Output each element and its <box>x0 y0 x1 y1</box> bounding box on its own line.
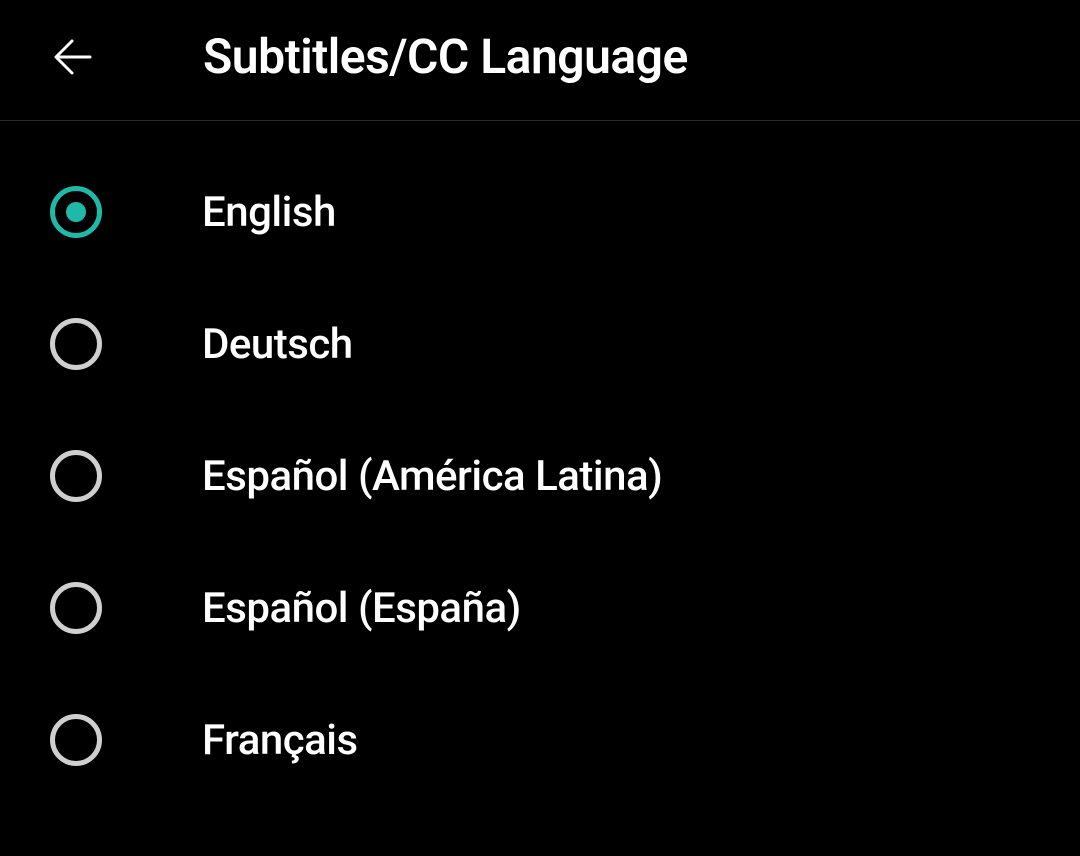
language-option-deutsch[interactable]: Deutsch <box>50 308 1030 380</box>
radio-icon <box>50 318 102 370</box>
radio-icon <box>50 186 102 238</box>
language-options-list: English Deutsch Español (América Latina)… <box>0 121 1080 776</box>
radio-icon <box>50 582 102 634</box>
option-label: English <box>202 188 336 237</box>
back-button[interactable] <box>50 33 98 81</box>
header: Subtitles/CC Language <box>0 0 1080 121</box>
radio-icon <box>50 714 102 766</box>
radio-icon <box>50 450 102 502</box>
option-label: Español (España) <box>202 584 521 633</box>
option-label: Deutsch <box>202 320 353 369</box>
language-option-francais[interactable]: Français <box>50 704 1030 776</box>
page-title: Subtitles/CC Language <box>203 28 688 85</box>
language-option-espanol-latam[interactable]: Español (América Latina) <box>50 440 1030 512</box>
arrow-left-icon <box>50 33 98 81</box>
option-label: Español (América Latina) <box>202 452 662 501</box>
language-option-english[interactable]: English <box>50 176 1030 248</box>
language-option-espanol-espana[interactable]: Español (España) <box>50 572 1030 644</box>
option-label: Français <box>202 716 358 765</box>
